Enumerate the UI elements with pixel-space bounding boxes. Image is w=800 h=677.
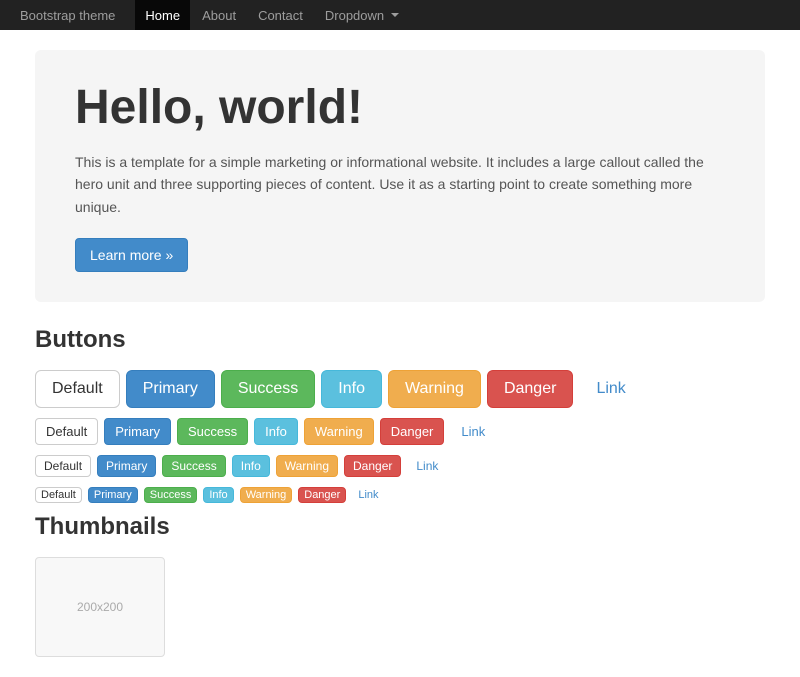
btn-success-lg[interactable]: Success [221,370,315,408]
btn-warning-lg[interactable]: Warning [388,370,481,408]
btn-default-md[interactable]: Default [35,418,98,445]
btn-link-md[interactable]: Link [450,418,496,445]
nav-item-contact[interactable]: Contact [248,0,313,30]
thumbnails-section-title: Thumbnails [35,513,765,541]
thumbnail-label: 200x200 [77,600,123,614]
btn-success-xs[interactable]: Success [144,487,198,503]
btn-success-sm[interactable]: Success [162,455,225,477]
btn-primary-sm[interactable]: Primary [97,455,156,477]
btn-warning-sm[interactable]: Warning [276,455,338,477]
navbar: Bootstrap theme Home About Contact Dropd… [0,0,800,30]
main-content: Hello, world! This is a template for a s… [20,30,780,677]
btn-danger-lg[interactable]: Danger [487,370,573,408]
thumbnails-section: Thumbnails 200x200 [35,513,765,657]
jumbotron: Hello, world! This is a template for a s… [35,50,765,302]
btn-default-lg[interactable]: Default [35,370,120,408]
nav-item-home[interactable]: Home [135,0,190,30]
btn-primary-lg[interactable]: Primary [126,370,215,408]
buttons-section-title: Buttons [35,326,765,354]
hero-heading: Hello, world! [75,80,725,135]
btn-info-xs[interactable]: Info [203,487,233,503]
buttons-section: Buttons Default Primary Success Info War… [35,326,765,503]
button-row-medium: Default Primary Success Info Warning Dan… [35,418,765,445]
btn-info-sm[interactable]: Info [232,455,270,477]
btn-warning-md[interactable]: Warning [304,418,374,445]
btn-primary-xs[interactable]: Primary [88,487,138,503]
btn-link-lg[interactable]: Link [579,370,642,408]
nav-item-dropdown[interactable]: Dropdown [315,0,409,30]
hero-body: This is a template for a simple marketin… [75,151,725,218]
button-row-xsmall: Default Primary Success Info Warning Dan… [35,487,765,503]
navbar-nav: Home About Contact Dropdown [135,0,409,30]
nav-item-about[interactable]: About [192,0,246,30]
thumbnail: 200x200 [35,557,165,657]
btn-danger-md[interactable]: Danger [380,418,445,445]
btn-success-md[interactable]: Success [177,418,248,445]
btn-primary-md[interactable]: Primary [104,418,171,445]
btn-warning-xs[interactable]: Warning [240,487,293,503]
button-row-small: Default Primary Success Info Warning Dan… [35,455,765,477]
btn-default-xs[interactable]: Default [35,487,82,503]
btn-link-xs[interactable]: Link [352,487,384,503]
btn-info-lg[interactable]: Info [321,370,382,408]
caret-icon [391,13,399,17]
button-row-large: Default Primary Success Info Warning Dan… [35,370,765,408]
btn-info-md[interactable]: Info [254,418,298,445]
btn-danger-sm[interactable]: Danger [344,455,401,477]
btn-link-sm[interactable]: Link [407,455,447,477]
btn-default-sm[interactable]: Default [35,455,91,477]
navbar-brand[interactable]: Bootstrap theme [20,8,115,23]
btn-danger-xs[interactable]: Danger [298,487,346,503]
learn-more-button[interactable]: Learn more » [75,238,188,272]
